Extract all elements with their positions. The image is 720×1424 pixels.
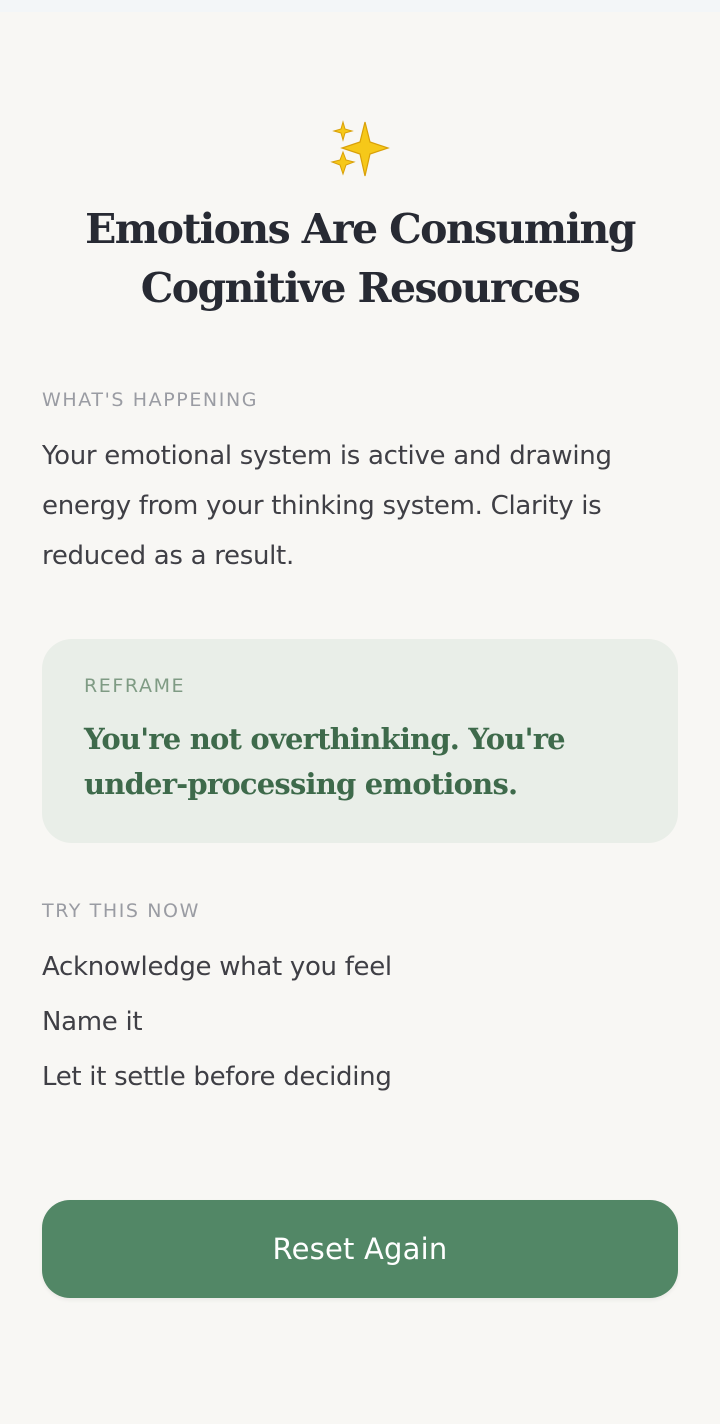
- reset-again-button[interactable]: Reset Again: [42, 1200, 678, 1298]
- step-item: Let it settle before deciding: [42, 1062, 392, 1092]
- whats-happening-label: WHAT'S HAPPENING: [42, 389, 259, 411]
- step-item: Name it: [42, 1007, 143, 1037]
- whats-happening-text: Your emotional system is active and draw…: [42, 441, 612, 571]
- reframe-text: You're not overthinking. You're under-pr…: [84, 722, 566, 801]
- sparkles-icon: [330, 120, 390, 177]
- step-item: Acknowledge what you feel: [42, 952, 392, 982]
- page-title: Emotions Are Consuming Cognitive Resourc…: [85, 205, 636, 312]
- reframe-label: REFRAME: [84, 675, 186, 697]
- reframe-card: REFRAME You're not overthinking. You're …: [42, 639, 678, 843]
- try-this-now-label: TRY THIS NOW: [42, 900, 200, 922]
- status-strip: [0, 0, 720, 12]
- steps-list: Acknowledge what you feel Name it Let it…: [42, 940, 392, 1105]
